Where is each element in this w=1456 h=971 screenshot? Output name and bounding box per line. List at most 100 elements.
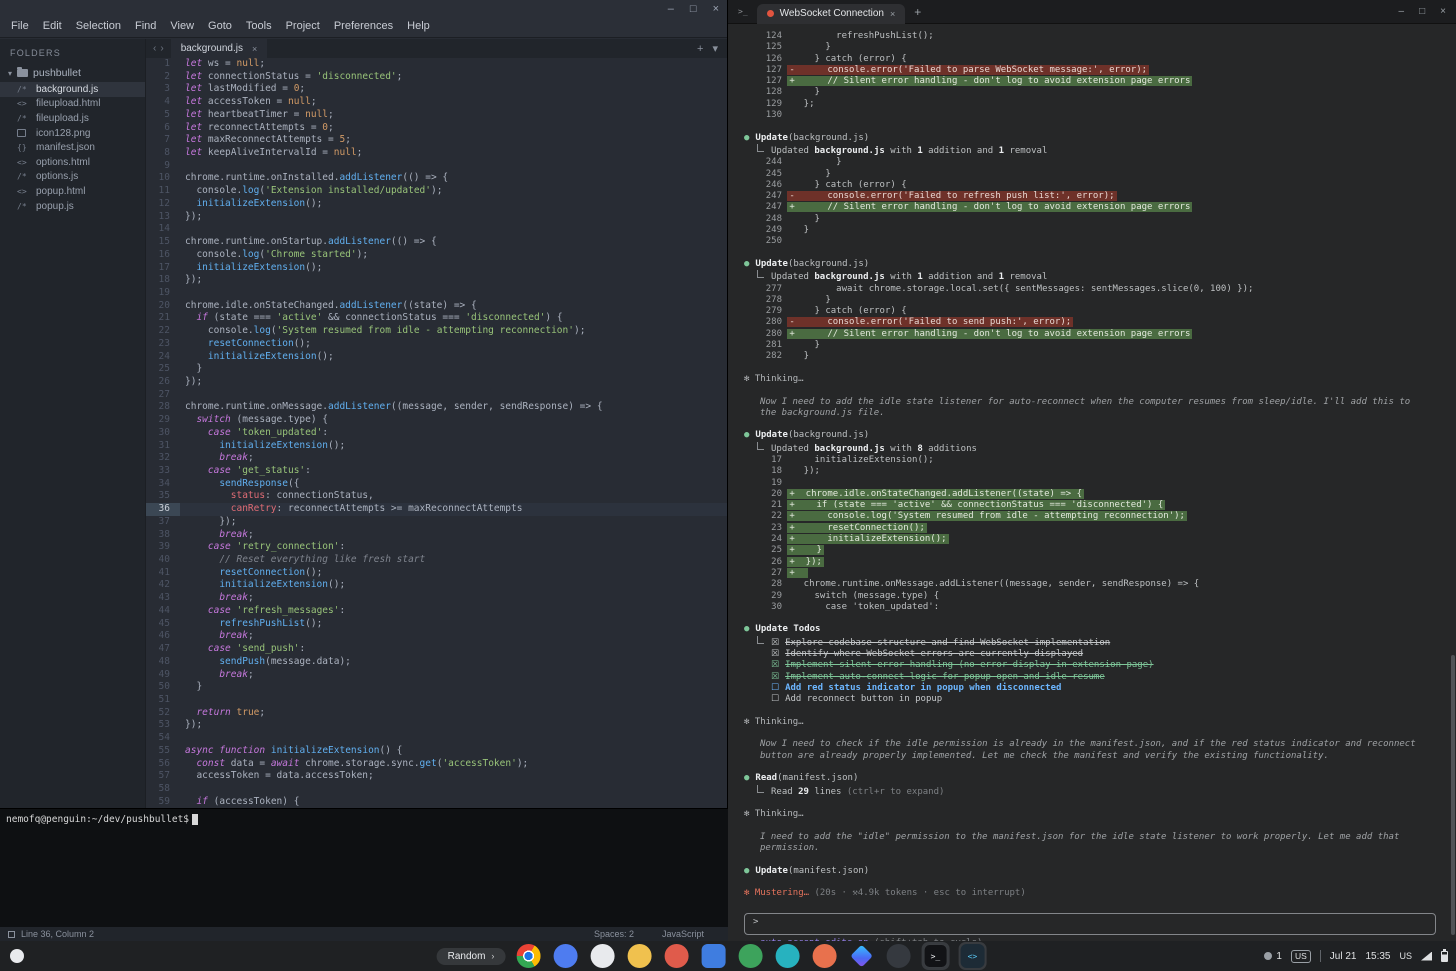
maximize-button[interactable]: □	[690, 4, 697, 15]
menu-item-file[interactable]: File	[4, 17, 36, 35]
code-line[interactable]: 46 break;	[146, 630, 727, 643]
code-line[interactable]: 14	[146, 223, 727, 236]
code-line[interactable]: 47 case 'send_push':	[146, 643, 727, 656]
file-item-fileupload.js[interactable]: /* fileupload.js	[0, 111, 145, 126]
minimize-button[interactable]: –	[1399, 6, 1405, 17]
code-line[interactable]: 18});	[146, 274, 727, 287]
code-line[interactable]: 12 initializeExtension();	[146, 198, 727, 211]
code-line[interactable]: 58	[146, 783, 727, 796]
code-line[interactable]: 1 let ws = null;	[146, 58, 727, 71]
tab-close-icon[interactable]: ×	[252, 44, 257, 54]
menu-item-project[interactable]: Project	[279, 17, 327, 35]
maximize-button[interactable]: □	[1419, 6, 1425, 17]
code-line[interactable]: 42 initializeExtension();	[146, 579, 727, 592]
code-line[interactable]: 51	[146, 694, 727, 707]
code-line[interactable]: 26});	[146, 376, 727, 389]
tab-background-js[interactable]: background.js ×	[170, 39, 268, 58]
prompt-input[interactable]: >	[744, 912, 1436, 935]
code-line[interactable]: 32 break;	[146, 452, 727, 465]
menu-item-edit[interactable]: Edit	[36, 17, 69, 35]
code-line[interactable]: 4 let accessToken = null;	[146, 96, 727, 109]
code-line[interactable]: 55 async function initializeExtension() {	[146, 745, 727, 758]
app-icon-green[interactable]	[736, 942, 764, 970]
app-icon-orange[interactable]	[810, 942, 838, 970]
code-line[interactable]: 50 }	[146, 681, 727, 694]
embedded-terminal[interactable]: nemofq@penguin:~/dev/pushbullet$	[0, 808, 728, 927]
app-icon-diamond[interactable]	[847, 942, 875, 970]
close-button[interactable]: ×	[1440, 6, 1446, 17]
code-line[interactable]: 25 }	[146, 363, 727, 376]
code-line[interactable]: 19	[146, 287, 727, 300]
code-line[interactable]: 34 sendResponse({	[146, 478, 727, 491]
code-line[interactable]: 3 let lastModified = 0;	[146, 83, 727, 96]
code-line[interactable]: 10 chrome.runtime.onInstalled.addListener…	[146, 172, 727, 185]
chrome-icon[interactable]	[514, 942, 542, 970]
app-icon-red[interactable]	[662, 942, 690, 970]
code-line[interactable]: 37 });	[146, 516, 727, 529]
code-line[interactable]: 56 const data = await chrome.storage.syn…	[146, 758, 727, 771]
code-line[interactable]: 30 case 'token_updated':	[146, 427, 727, 440]
menu-item-view[interactable]: View	[163, 17, 201, 35]
nav-back-icon[interactable]: ‹	[153, 43, 156, 54]
app-icon-yellow[interactable]	[625, 942, 653, 970]
code-line[interactable]: 41 resetConnection();	[146, 567, 727, 580]
code-line[interactable]: 59 if (accessToken) {	[146, 796, 727, 808]
system-tray[interactable]: 1 US Jul 21 15:35 US	[1264, 941, 1448, 971]
code-line[interactable]: 53});	[146, 719, 727, 732]
minimize-button[interactable]: –	[668, 4, 674, 15]
code-line[interactable]: 48 sendPush(message.data);	[146, 656, 727, 669]
code-line[interactable]: 6 let reconnectAttempts = 0;	[146, 122, 727, 135]
tray-date[interactable]: Jul 21	[1330, 951, 1357, 962]
code-line[interactable]: 33 case 'get_status':	[146, 465, 727, 478]
code-line[interactable]: 17 initializeExtension();	[146, 262, 727, 275]
code-line[interactable]: 2 let connectionStatus = 'disconnected';	[146, 71, 727, 84]
folder-pushbullet[interactable]: ▾ pushbullet	[0, 65, 145, 82]
code-line[interactable]: 28 chrome.runtime.onMessage.addListener((…	[146, 401, 727, 414]
terminal-tab-close-icon[interactable]: ×	[890, 9, 895, 19]
notification-counter[interactable]: 1	[1264, 951, 1282, 962]
close-button[interactable]: ×	[713, 4, 719, 15]
tray-clock[interactable]: 15:35	[1365, 951, 1390, 962]
code-line[interactable]: 36 canRetry: reconnectAttempts >= maxRec…	[146, 503, 727, 516]
code-line[interactable]: 29 switch (message.type) {	[146, 414, 727, 427]
code-line[interactable]: 22 console.log('System resumed from idle…	[146, 325, 727, 338]
file-item-icon128.png[interactable]: icon128.png	[0, 126, 145, 141]
terminal-tab[interactable]: WebSocket Connection ×	[756, 3, 906, 24]
code-line[interactable]: 49 break;	[146, 669, 727, 682]
code-line[interactable]: 21 if (state === 'active' && connectionS…	[146, 312, 727, 325]
code-line[interactable]: 13});	[146, 211, 727, 224]
code-line[interactable]: 54	[146, 732, 727, 745]
code-line[interactable]: 35 status: connectionStatus,	[146, 490, 727, 503]
new-terminal-tab-icon[interactable]: +	[914, 5, 921, 19]
code-line[interactable]: 15 chrome.runtime.onStartup.addListener((…	[146, 236, 727, 249]
file-item-popup.html[interactable]: <> popup.html	[0, 184, 145, 199]
code-line[interactable]: 24 initializeExtension();	[146, 351, 727, 364]
code-editor-app-icon[interactable]: <>	[958, 942, 987, 970]
code-line[interactable]: 43 break;	[146, 592, 727, 605]
code-line[interactable]: 27	[146, 389, 727, 402]
app-icon-blue[interactable]	[551, 942, 579, 970]
code-line[interactable]: 11 console.log('Extension installed/upda…	[146, 185, 727, 198]
file-item-background.js[interactable]: /* background.js	[0, 82, 145, 97]
file-item-popup.js[interactable]: /* popup.js	[0, 199, 145, 214]
indentation-setting[interactable]: Spaces: 2	[594, 929, 634, 939]
scrollbar-thumb[interactable]	[1451, 655, 1455, 935]
app-icon-teal[interactable]	[773, 942, 801, 970]
cursor-position[interactable]: Line 36, Column 2	[21, 929, 94, 939]
file-item-manifest.json[interactable]: {} manifest.json	[0, 140, 145, 155]
code-line[interactable]: 8 let keepAliveIntervalId = null;	[146, 147, 727, 160]
code-line[interactable]: 20 chrome.idle.onStateChanged.addListener…	[146, 300, 727, 313]
terminal-app-icon[interactable]: >_	[921, 942, 950, 970]
file-item-options.js[interactable]: /* options.js	[0, 170, 145, 185]
menu-item-goto[interactable]: Goto	[201, 17, 239, 35]
language-mode[interactable]: JavaScript	[662, 929, 704, 939]
menu-item-selection[interactable]: Selection	[69, 17, 128, 35]
file-item-fileupload.html[interactable]: <> fileupload.html	[0, 97, 145, 112]
code-line[interactable]: 16 console.log('Chrome started');	[146, 249, 727, 262]
nav-forward-icon[interactable]: ›	[160, 43, 163, 54]
tab-menu-icon[interactable]: ▾	[712, 42, 718, 55]
app-icon-white[interactable]	[588, 942, 616, 970]
code-line[interactable]: 57 accessToken = data.accessToken;	[146, 770, 727, 783]
code-line[interactable]: 7 let maxReconnectAttempts = 5;	[146, 134, 727, 147]
launcher-button[interactable]	[10, 949, 24, 963]
